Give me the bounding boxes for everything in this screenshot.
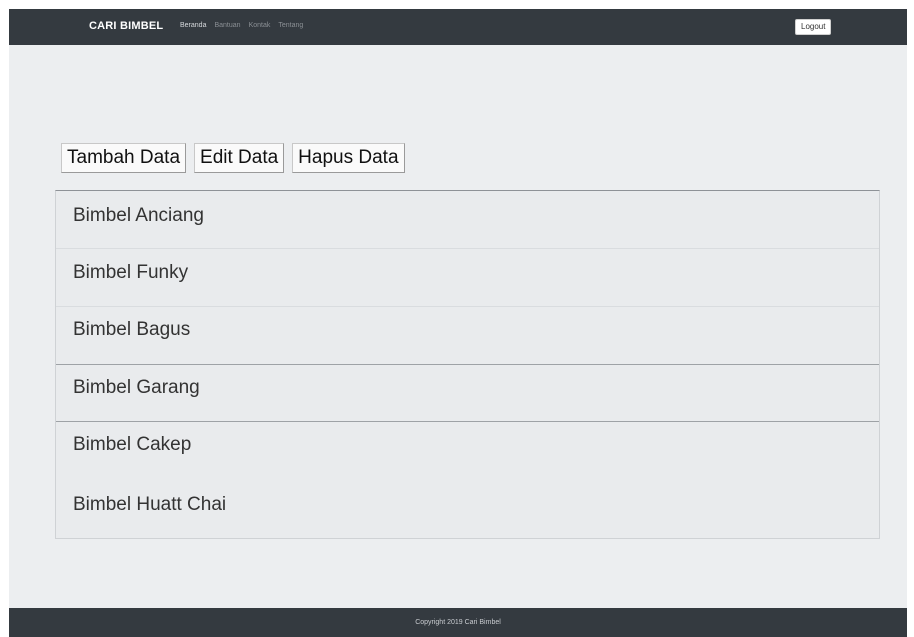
footer: Copyright 2019 Cari Bimbel [9,608,907,637]
add-data-button[interactable]: Tambah Data [61,143,187,173]
list-divider [56,248,879,249]
copyright-text: Copyright 2019 Cari Bimbel [415,619,501,626]
brand-logo[interactable]: CARI BIMBEL [89,20,163,32]
list-item-cakep[interactable]: Bimbel Cakep [56,434,879,456]
nav-link-kontak[interactable]: Kontak [249,22,271,29]
list-divider [56,421,879,422]
nav-links: Beranda Bantuan Kontak Tentang [180,22,303,29]
nav-link-bantuan[interactable]: Bantuan [214,22,240,29]
bimbel-list: Bimbel Anciang Bimbel Funky Bimbel Bagus… [55,190,880,539]
list-item-huatt-chai[interactable]: Bimbel Huatt Chai [56,494,879,516]
list-item-bagus[interactable]: Bimbel Bagus [56,319,879,341]
list-divider [56,306,879,307]
action-toolbar: Tambah Data Edit Data Hapus Data [61,143,405,173]
logout-button[interactable]: Logout [795,19,832,35]
list-item-funky[interactable]: Bimbel Funky [56,262,879,284]
app-frame: CARI BIMBEL Beranda Bantuan Kontak Tenta… [9,9,907,637]
delete-data-button[interactable]: Hapus Data [292,143,405,173]
list-item-garang[interactable]: Bimbel Garang [56,377,879,399]
edit-data-button[interactable]: Edit Data [194,143,285,173]
nav-link-beranda[interactable]: Beranda [180,22,206,29]
top-navbar: CARI BIMBEL Beranda Bantuan Kontak Tenta… [9,9,907,45]
list-item-anciang[interactable]: Bimbel Anciang [56,205,879,227]
list-divider [56,364,879,365]
nav-link-tentang[interactable]: Tentang [278,22,303,29]
